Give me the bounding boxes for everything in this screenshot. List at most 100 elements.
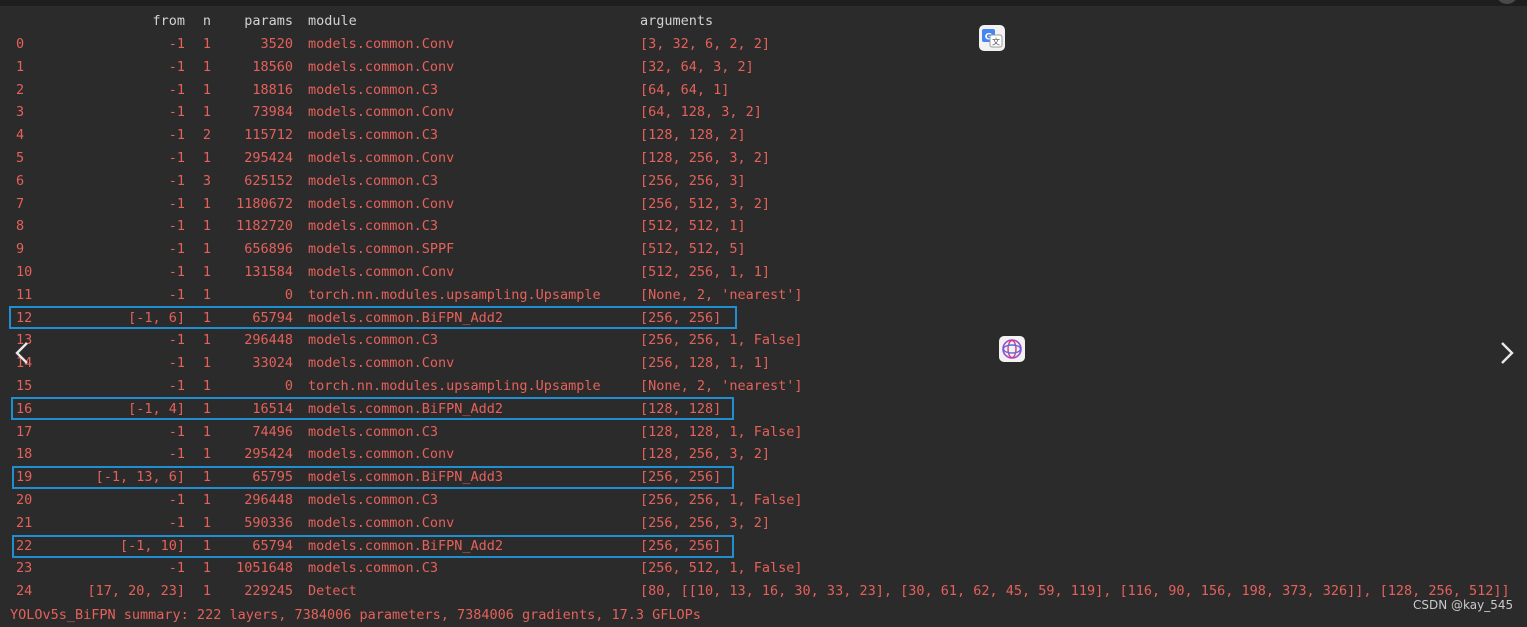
layer-index: 18 xyxy=(16,446,33,463)
layer-repeats: 1 xyxy=(202,195,211,212)
svg-text:文: 文 xyxy=(992,37,1000,47)
layer-index: 7 xyxy=(16,195,25,212)
layer-arguments: [128, 128, 2] xyxy=(640,127,746,144)
layer-index: 0 xyxy=(16,36,25,52)
layer-repeats: 1 xyxy=(202,492,211,508)
layer-index: 5 xyxy=(16,150,25,166)
layer-repeats: 1 xyxy=(202,514,211,531)
layer-index: 3 xyxy=(16,104,25,121)
layer-from: -1 xyxy=(168,172,185,189)
layer-from: -1 xyxy=(168,423,185,440)
highlight-box-layer-19 xyxy=(12,466,734,489)
layer-module: models.common.Conv xyxy=(308,150,455,166)
layer-index: 20 xyxy=(16,492,33,508)
layer-module: Detect xyxy=(308,583,357,600)
layer-repeats: 1 xyxy=(202,264,211,280)
layer-from: -1 xyxy=(168,514,185,531)
layer-module: models.common.C3 xyxy=(308,172,439,189)
ai-assistant-icon xyxy=(1002,339,1022,359)
layer-index: 2 xyxy=(16,81,25,98)
layer-module: torch.nn.modules.upsampling.Upsample xyxy=(308,286,601,303)
layer-repeats: 1 xyxy=(202,150,211,166)
layer-repeats: 1 xyxy=(202,423,211,440)
header-from: from xyxy=(152,13,185,29)
chevron-right-icon xyxy=(1501,342,1514,364)
prev-image-button[interactable] xyxy=(8,338,38,368)
next-image-button[interactable] xyxy=(1491,338,1521,368)
layer-index: 24 xyxy=(16,583,33,600)
layer-repeats: 1 xyxy=(202,332,211,349)
layer-module: models.common.Conv xyxy=(308,514,455,531)
layer-params: 229245 xyxy=(244,583,293,600)
layer-params: 73984 xyxy=(252,104,293,121)
highlight-box-layer-16 xyxy=(11,397,734,420)
layer-index: 21 xyxy=(16,514,33,531)
layer-repeats: 1 xyxy=(202,104,211,121)
layer-repeats: 3 xyxy=(202,172,211,189)
layer-arguments: [256, 256, 3] xyxy=(640,172,746,189)
layer-params: 1051648 xyxy=(236,560,293,577)
ai-assistant-button[interactable] xyxy=(999,336,1025,362)
layer-from: -1 xyxy=(168,195,185,212)
layer-from: -1 xyxy=(168,286,185,303)
table-header: from n params module arguments xyxy=(0,10,713,33)
layer-repeats: 1 xyxy=(202,583,211,600)
translate-icon: G 文 xyxy=(982,29,1003,48)
layer-repeats: 1 xyxy=(202,378,211,394)
layer-arguments: [256, 128, 1, 1] xyxy=(640,355,771,372)
layer-params: 0 xyxy=(284,286,293,303)
layer-from: -1 xyxy=(168,378,185,394)
layer-repeats: 1 xyxy=(202,355,211,372)
layer-index: 6 xyxy=(16,172,25,189)
layer-params: 18816 xyxy=(252,81,293,98)
layer-module: models.common.C3 xyxy=(308,492,439,508)
layer-repeats: 1 xyxy=(202,36,211,52)
layer-module: models.common.Conv xyxy=(308,58,455,75)
layer-repeats: 1 xyxy=(202,286,211,303)
layer-arguments: [512, 512, 1] xyxy=(640,218,746,235)
layer-module: models.common.C3 xyxy=(308,218,439,235)
layer-from: [17, 20, 23] xyxy=(87,583,185,600)
layer-module: models.common.Conv xyxy=(308,264,455,280)
header-params: params xyxy=(244,13,293,29)
layer-params: 296448 xyxy=(244,332,293,349)
layer-params: 295424 xyxy=(244,446,293,463)
layer-arguments: [64, 64, 1] xyxy=(640,81,730,98)
layer-params: 656896 xyxy=(244,241,293,258)
layer-from: -1 xyxy=(168,218,185,235)
layer-params: 115712 xyxy=(244,127,293,144)
layer-from: -1 xyxy=(168,81,185,98)
layer-index: 9 xyxy=(16,241,25,258)
layer-params: 18560 xyxy=(252,58,293,75)
layer-module: models.common.C3 xyxy=(308,81,439,98)
layer-from: -1 xyxy=(168,332,185,349)
layer-arguments: [None, 2, 'nearest'] xyxy=(640,286,803,303)
layer-params: 1180672 xyxy=(236,195,293,212)
layer-arguments: [128, 128, 1, False] xyxy=(640,423,803,440)
layer-repeats: 1 xyxy=(202,218,211,235)
layer-repeats: 2 xyxy=(202,127,211,144)
layer-module: models.common.C3 xyxy=(308,332,439,349)
layer-module: models.common.Conv xyxy=(308,195,455,212)
layer-arguments: [256, 256, 1, False] xyxy=(640,332,803,349)
header-module: module xyxy=(308,13,357,29)
layer-index: 23 xyxy=(16,560,33,577)
layer-arguments: [None, 2, 'nearest'] xyxy=(640,378,803,394)
layer-from: -1 xyxy=(168,492,185,508)
layer-arguments: [64, 128, 3, 2] xyxy=(640,104,762,121)
highlight-box-layer-22 xyxy=(12,535,734,558)
layer-index: 4 xyxy=(16,127,25,144)
layer-from: -1 xyxy=(168,36,185,52)
layer-module: models.common.Conv xyxy=(308,355,455,372)
translate-button[interactable]: G 文 xyxy=(979,25,1005,51)
layer-from: -1 xyxy=(168,150,185,166)
layer-index: 15 xyxy=(16,378,33,394)
layer-arguments: [128, 256, 3, 2] xyxy=(640,150,771,166)
layer-index: 8 xyxy=(16,218,25,235)
layer-module: models.common.SPPF xyxy=(308,241,455,258)
layer-repeats: 1 xyxy=(202,81,211,98)
layer-module: models.common.Conv xyxy=(308,104,455,121)
layer-params: 33024 xyxy=(252,355,293,372)
layer-index: 10 xyxy=(16,264,33,280)
layer-module: models.common.C3 xyxy=(308,127,439,144)
